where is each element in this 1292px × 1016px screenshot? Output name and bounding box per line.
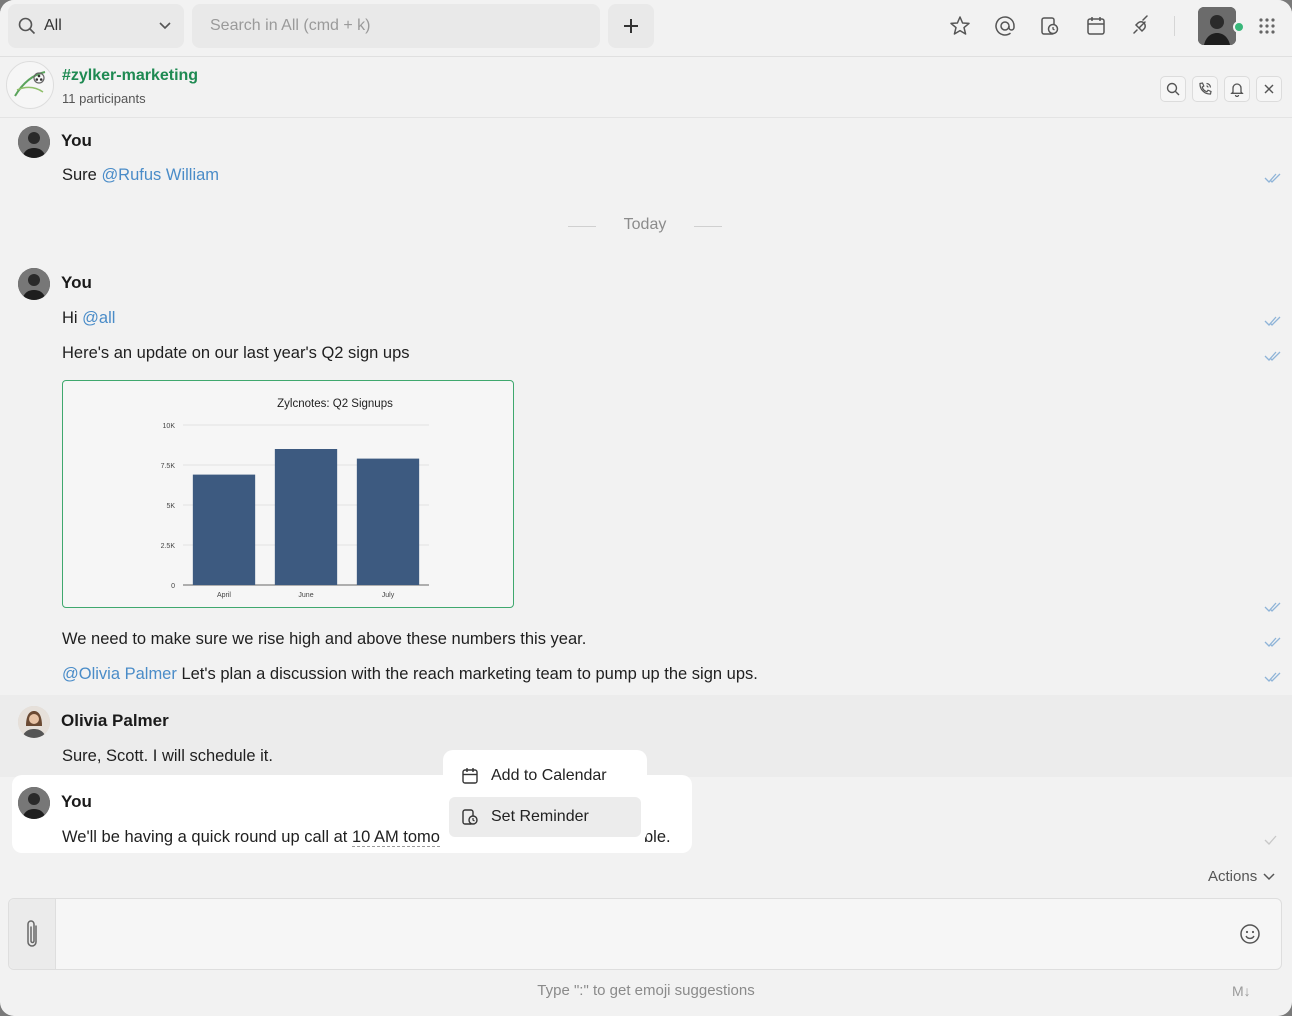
channel-name[interactable]: #zylker-marketing: [62, 67, 198, 85]
call-icon: [1199, 82, 1212, 95]
message-author[interactable]: You: [61, 792, 92, 812]
avatar[interactable]: [18, 787, 50, 819]
read-receipt-icon: [1264, 316, 1281, 326]
reminder-icon[interactable]: [1038, 14, 1062, 38]
menu-item-label: Add to Calendar: [491, 767, 607, 784]
chart-y-tick-label: 5K: [166, 503, 175, 510]
avatar-image: [18, 126, 50, 158]
attach-button[interactable]: [9, 899, 56, 969]
message-text: Here's an update on our last year's Q2 s…: [62, 344, 410, 362]
chart-x-tick-label: July: [382, 592, 395, 599]
message-author[interactable]: You: [61, 273, 92, 293]
channel-logo[interactable]: [6, 61, 54, 109]
composer-hint: Type ":" to get emoji suggestions: [537, 982, 755, 999]
actions-dropdown[interactable]: Actions: [1208, 868, 1275, 885]
mention-link[interactable]: @Rufus William: [101, 166, 219, 184]
search-icon: [1166, 82, 1180, 96]
paperclip-icon: [27, 920, 37, 947]
channel-logo-image: [14, 71, 46, 97]
online-status-dot: [1233, 21, 1245, 33]
avatar[interactable]: [18, 706, 50, 738]
markdown-toggle[interactable]: M↓: [1232, 983, 1251, 999]
chart-y-tick-label: 0: [171, 583, 175, 590]
read-receipt-icon: [1264, 173, 1281, 183]
toolbar-divider: [1174, 16, 1175, 36]
search-scope-dropdown[interactable]: All: [8, 4, 184, 48]
chart-y-tick-label: 2.5K: [161, 543, 176, 550]
add-to-calendar-menu-item[interactable]: Add to Calendar: [449, 756, 641, 796]
message-text: @Olivia Palmer Let's plan a discussion w…: [62, 665, 758, 683]
message-text: Sure, Scott. I will schedule it.: [62, 747, 273, 765]
mention-link[interactable]: @Olivia Palmer: [62, 665, 177, 683]
channel-call-button[interactable]: [1192, 76, 1218, 102]
read-receipt-icon: [1264, 351, 1281, 361]
chevron-down-icon: [1263, 872, 1275, 880]
mention-icon[interactable]: [993, 14, 1017, 38]
message-feed[interactable]: You Sure @Rufus William Today You Hi @al…: [0, 118, 1292, 896]
message-text-tail: ble.: [644, 828, 671, 846]
smart-date-menu: Add to Calendar Set Reminder: [443, 750, 647, 842]
app-grid-icon[interactable]: [1258, 17, 1276, 35]
calendar-icon: [462, 768, 478, 784]
avatar-image: [18, 268, 50, 300]
emoji-icon[interactable]: [1239, 923, 1261, 945]
actions-label: Actions: [1208, 868, 1258, 885]
close-icon: [1264, 84, 1274, 94]
read-receipt-icon: [1264, 602, 1281, 612]
chart-x-tick-label: June: [298, 592, 313, 599]
star-icon[interactable]: [948, 14, 972, 38]
calendar-icon[interactable]: [1084, 14, 1108, 38]
user-avatar-image: [1198, 7, 1236, 45]
read-receipt-icon: [1264, 835, 1277, 845]
reminder-icon: [462, 809, 478, 825]
message-text: Sure @Rufus William: [62, 166, 220, 184]
message-author[interactable]: You: [61, 131, 92, 151]
search-placeholder: Search in All (cmd + k): [210, 17, 371, 34]
chart-bar: [356, 458, 420, 585]
global-search-input[interactable]: Search in All (cmd + k): [192, 4, 600, 48]
channel-notifications-button[interactable]: [1224, 76, 1250, 102]
menu-item-label: Set Reminder: [491, 808, 589, 825]
date-divider: Today: [560, 216, 730, 234]
read-receipt-icon: [1264, 637, 1281, 647]
channel-search-button[interactable]: [1160, 76, 1186, 102]
message-text: We'll be having a quick round up call at…: [62, 828, 440, 847]
search-icon: [18, 17, 36, 35]
integrations-plug-icon[interactable]: [1129, 14, 1153, 38]
search-scope-label: All: [44, 17, 62, 34]
message-author[interactable]: Olivia Palmer: [61, 711, 169, 731]
message-text: We need to make sure we rise high and ab…: [62, 630, 587, 648]
channel-close-button[interactable]: [1256, 76, 1282, 102]
new-button[interactable]: [608, 4, 654, 48]
chart-x-tick-label: April: [217, 592, 231, 599]
channel-header: #zylker-marketing 11 participants: [0, 56, 1292, 118]
smart-date-highlight[interactable]: 10 AM tomo: [351, 828, 440, 847]
plus-icon: [624, 19, 638, 33]
read-receipt-icon: [1264, 672, 1281, 682]
chart-bar: [274, 449, 338, 585]
mention-link[interactable]: @all: [82, 309, 115, 327]
message-text: Hi @all: [62, 309, 116, 327]
avatar[interactable]: [18, 268, 50, 300]
avatar[interactable]: [18, 126, 50, 158]
channel-participants[interactable]: 11 participants: [62, 91, 146, 106]
user-avatar[interactable]: [1198, 7, 1236, 45]
app-window: All Search in All (cmd + k) #zylker-mark…: [0, 0, 1292, 1016]
message-composer[interactable]: [8, 898, 1282, 970]
chart-title: Zylcnotes: Q2 Signups: [277, 398, 393, 410]
avatar-image: [18, 787, 50, 819]
chart-y-tick-label: 10K: [163, 423, 176, 430]
chevron-down-icon: [159, 22, 171, 30]
chart-bar: [192, 474, 256, 585]
set-reminder-menu-item[interactable]: Set Reminder: [449, 797, 641, 837]
avatar-image: [18, 706, 50, 738]
chart-y-tick-label: 7.5K: [161, 463, 176, 470]
bell-icon: [1230, 83, 1244, 97]
top-bar: All Search in All (cmd + k): [0, 0, 1292, 52]
bar-chart: Zylcnotes: Q2 Signups 0 2.5K 5K 7.5K 10K April…: [161, 398, 429, 599]
chart-attachment[interactable]: Zylcnotes: Q2 Signups 0 2.5K 5K 7.5K 10K April…: [62, 380, 514, 608]
